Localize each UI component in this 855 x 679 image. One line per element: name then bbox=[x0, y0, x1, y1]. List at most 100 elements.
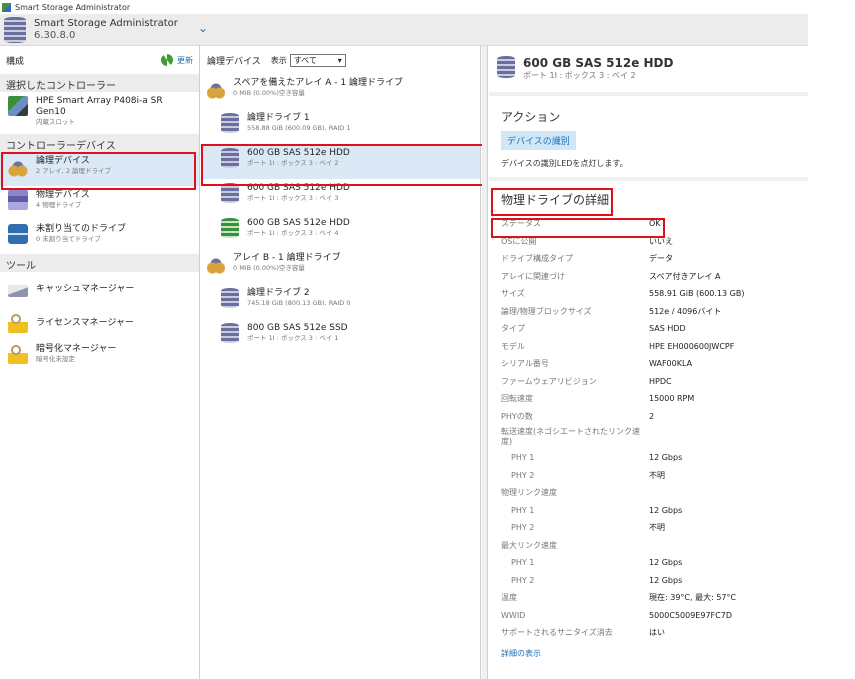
item-sub: 0 MiB (0.00%)空き容量 bbox=[233, 89, 305, 97]
property-row: 温度 現在: 39°C, 最大: 57°C bbox=[489, 589, 808, 607]
property-row: 物理リンク速度 bbox=[489, 484, 808, 502]
cache-manager-icon bbox=[8, 285, 28, 297]
item-sub: 558.88 GiB (600.09 GB), RAID 1 bbox=[247, 124, 351, 132]
nav-license-manager[interactable]: ライセンスマネージャー bbox=[0, 306, 199, 340]
app-logo-icon bbox=[4, 16, 26, 43]
physical-drive-item[interactable]: 600 GB SAS 512e HDD ポート 1I : ボックス 3 : ベイ … bbox=[201, 179, 480, 214]
encryption-manager-icon bbox=[8, 344, 28, 364]
refresh-icon bbox=[161, 54, 173, 66]
spare-hdd-icon bbox=[221, 218, 239, 238]
physical-drive-item[interactable]: 800 GB SAS 512e SSD ポート 1I : ボックス 3 : ベイ … bbox=[201, 319, 480, 354]
property-row: 最大リンク速度 bbox=[489, 537, 808, 555]
property-key: ファームウェアリビジョン bbox=[501, 376, 597, 386]
filter-value: すべて bbox=[293, 55, 317, 65]
property-value: 2 bbox=[649, 411, 655, 421]
property-key: シリアル番号 bbox=[501, 359, 549, 369]
pane-splitter[interactable] bbox=[482, 46, 488, 679]
ssd-icon bbox=[221, 323, 239, 343]
section-controller-devices: コントローラーデバイス bbox=[0, 134, 199, 152]
nav-unassigned-drives[interactable]: 未割り当てのドライブ 0 未割り当てドライブ bbox=[0, 220, 199, 254]
identify-description: デバイスの識別LEDを点灯します。 bbox=[501, 159, 628, 168]
item-sub: ポート 1I : ボックス 3 : ベイ 3 bbox=[247, 194, 339, 202]
actions-title: アクション bbox=[501, 110, 561, 124]
property-key: サポートされるサニタイズ消去 bbox=[501, 628, 613, 638]
controller-item[interactable]: HPE Smart Array P408i-a SR Gen10 内蔵スロット bbox=[0, 92, 199, 134]
property-value: いいえ bbox=[649, 236, 673, 246]
details-subtitle: ポート 1I : ボックス 3 : ベイ 2 bbox=[523, 71, 636, 80]
property-key: ステータス bbox=[501, 219, 541, 229]
nav-logical-devices[interactable]: 論理デバイス 2 アレイ, 2 論理ドライブ bbox=[0, 152, 199, 186]
nav-item-sub: 2 アレイ, 2 論理ドライブ bbox=[36, 167, 112, 175]
property-key: PHYの数 bbox=[501, 411, 533, 421]
item-label: 600 GB SAS 512e HDD bbox=[247, 218, 350, 228]
property-value: 現在: 39°C, 最大: 57°C bbox=[649, 593, 737, 603]
property-row: WWID 5000C5009E97FC7D bbox=[489, 607, 808, 625]
property-key: 論理/物理ブロックサイズ bbox=[501, 306, 592, 316]
array-item[interactable]: アレイ B - 1 論理ドライブ 0 MiB (0.00%)空き容量 bbox=[201, 249, 480, 284]
logical-drive-item[interactable]: 論理ドライブ 1 558.88 GiB (600.09 GB), RAID 1 bbox=[201, 109, 480, 144]
property-value: はい bbox=[649, 628, 665, 638]
physical-drive-item[interactable]: 600 GB SAS 512e HDD ポート 1I : ボックス 3 : ベイ … bbox=[201, 214, 480, 249]
property-value: 512e / 4096バイト bbox=[649, 306, 722, 316]
filter-select[interactable]: すべて ▾ bbox=[289, 53, 346, 67]
item-sub: ポート 1I : ボックス 3 : ベイ 2 bbox=[247, 159, 339, 167]
item-sub: 0 MiB (0.00%)空き容量 bbox=[233, 264, 305, 272]
property-key: 物理リンク速度 bbox=[501, 488, 557, 498]
nav-cache-manager[interactable]: キャッシュマネージャー bbox=[0, 272, 199, 306]
controller-name: HPE Smart Array P408i-a SR Gen10 bbox=[36, 96, 163, 117]
refresh-button[interactable]: 更新 bbox=[161, 54, 193, 66]
item-label: 論理ドライブ 1 bbox=[247, 113, 310, 123]
nav-item-label: 物理デバイス bbox=[36, 190, 90, 200]
property-value: 15000 RPM bbox=[649, 394, 695, 404]
nav-encryption-manager[interactable]: 暗号化マネージャー 暗号化未設定 bbox=[0, 340, 199, 374]
property-row: ドライブ構成タイプ データ bbox=[489, 250, 808, 268]
app-header: Smart Storage Administrator 6.30.8.0 ⌄ bbox=[0, 14, 808, 46]
nav-item-label: キャッシュマネージャー bbox=[36, 283, 135, 294]
configuration-title: 構成 bbox=[6, 56, 25, 67]
property-row: サイズ 558.91 GiB (600.13 GB) bbox=[489, 285, 808, 303]
property-key: OSに公開 bbox=[501, 236, 537, 246]
property-value: 12 Gbps bbox=[649, 453, 683, 463]
app-version: 6.30.8.0 bbox=[34, 29, 76, 41]
nav-physical-devices[interactable]: 物理デバイス 4 物理ドライブ bbox=[0, 186, 199, 220]
property-row: ステータス OK bbox=[489, 215, 808, 233]
item-sub: ポート 1I : ボックス 3 : ベイ 4 bbox=[247, 229, 339, 237]
property-row: PHY 1 12 Gbps bbox=[489, 449, 808, 467]
property-row: シリアル番号 WAF00KLA bbox=[489, 355, 808, 373]
property-value: 5000C5009E97FC7D bbox=[649, 610, 732, 620]
logical-drive-item[interactable]: 論理ドライブ 2 745.18 GiB (800.13 GB), RAID 0 bbox=[201, 284, 480, 319]
property-value: HPE EH000600JWCPF bbox=[649, 341, 735, 351]
item-sub: 745.18 GiB (800.13 GB), RAID 0 bbox=[247, 299, 351, 307]
details-title: 600 GB SAS 512e HDD bbox=[523, 56, 674, 70]
details-section-title: 物理ドライブの詳細 bbox=[501, 193, 610, 207]
physical-devices-icon bbox=[8, 190, 28, 210]
property-value: スペア付きアレイ A bbox=[649, 271, 721, 281]
property-key: PHY 1 bbox=[511, 453, 535, 463]
property-row: PHY 2 不明 bbox=[489, 519, 808, 537]
logical-devices-icon bbox=[8, 159, 28, 179]
logical-devices-title: 論理デバイス bbox=[207, 56, 261, 67]
nav-item-label: 未割り当てのドライブ bbox=[36, 224, 127, 234]
nav-item-sub: 暗号化未設定 bbox=[36, 355, 75, 363]
configuration-header: 構成 更新 bbox=[0, 46, 199, 74]
property-key: タイプ bbox=[501, 324, 525, 334]
chevron-down-icon: ▾ bbox=[337, 55, 342, 65]
section-selected-controller: 選択したコントローラー bbox=[0, 74, 199, 92]
property-row: タイプ SAS HDD bbox=[489, 320, 808, 338]
property-row: 回転速度 15000 RPM bbox=[489, 390, 808, 408]
item-sub: ポート 1I : ボックス 3 : ベイ 1 bbox=[247, 334, 339, 342]
chevron-down-icon[interactable]: ⌄ bbox=[198, 21, 208, 35]
window-title: Smart Storage Administrator bbox=[15, 2, 131, 12]
physical-drive-item[interactable]: 600 GB SAS 512e HDD ポート 1I : ボックス 3 : ベイ … bbox=[201, 144, 480, 179]
unassigned-drives-icon bbox=[8, 224, 28, 244]
logical-drive-icon bbox=[221, 288, 239, 308]
property-row: PHY 1 12 Gbps bbox=[489, 502, 808, 520]
property-value: HPDC bbox=[649, 376, 672, 386]
array-item[interactable]: スペアを備えたアレイ A - 1 論理ドライブ 0 MiB (0.00%)空き容量 bbox=[201, 74, 480, 109]
nav-item-sub: 4 物理ドライブ bbox=[36, 201, 82, 209]
show-details-link[interactable]: 詳細の表示 bbox=[489, 642, 808, 665]
identify-device-button[interactable]: デバイスの識別 bbox=[501, 131, 576, 150]
property-row: OSに公開 いいえ bbox=[489, 233, 808, 251]
array-icon bbox=[207, 81, 225, 101]
details-pane: 600 GB SAS 512e HDD ポート 1I : ボックス 3 : ベイ… bbox=[489, 46, 808, 679]
